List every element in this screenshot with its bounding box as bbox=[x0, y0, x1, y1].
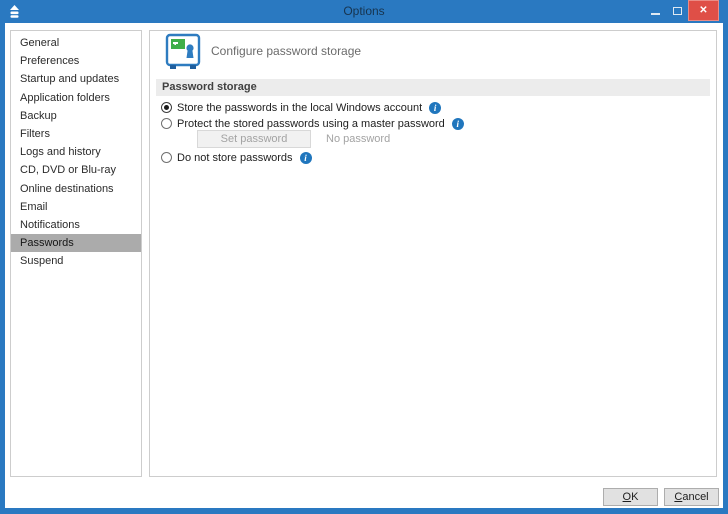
section-header: Password storage bbox=[156, 79, 710, 96]
safe-icon bbox=[165, 33, 201, 69]
minimize-icon bbox=[650, 12, 660, 15]
page-title: Configure password storage bbox=[211, 44, 362, 58]
minimize-button[interactable] bbox=[644, 0, 666, 21]
sidebar-item-email[interactable]: Email bbox=[11, 198, 141, 216]
info-icon[interactable]: i bbox=[299, 151, 312, 164]
sidebar-item-passwords[interactable]: Passwords bbox=[11, 234, 141, 253]
ok-label-rest: K bbox=[631, 491, 639, 503]
window-title: Options bbox=[343, 4, 385, 18]
set-password-button[interactable]: Set password bbox=[197, 130, 311, 148]
password-status: No password bbox=[326, 133, 391, 145]
radio-button[interactable] bbox=[161, 152, 172, 163]
dialog-content: General Preferences Startup and updates … bbox=[5, 23, 723, 508]
sidebar-item-application-folders[interactable]: Application folders bbox=[11, 89, 141, 107]
set-password-row: Set password No password bbox=[197, 130, 390, 148]
title-bar: Options ✕ bbox=[0, 0, 728, 23]
sidebar-item-logs-and-history[interactable]: Logs and history bbox=[11, 143, 141, 161]
radio-option-local-windows-account[interactable]: Store the passwords in the local Windows… bbox=[161, 101, 442, 114]
sidebar-item-online-destinations[interactable]: Online destinations bbox=[11, 180, 141, 198]
radio-label: Do not store passwords bbox=[177, 151, 293, 164]
info-icon[interactable]: i bbox=[451, 117, 464, 130]
sidebar-item-preferences[interactable]: Preferences bbox=[11, 52, 141, 70]
radio-label: Store the passwords in the local Windows… bbox=[177, 101, 423, 114]
ok-access-key: O bbox=[622, 491, 632, 503]
sidebar-item-suspend[interactable]: Suspend bbox=[11, 252, 141, 270]
radio-label: Protect the stored passwords using a mas… bbox=[177, 117, 445, 130]
category-list: General Preferences Startup and updates … bbox=[10, 30, 142, 477]
maximize-icon bbox=[672, 6, 682, 15]
sidebar-item-startup-and-updates[interactable]: Startup and updates bbox=[11, 70, 141, 88]
sidebar-item-filters[interactable]: Filters bbox=[11, 125, 141, 143]
info-icon[interactable]: i bbox=[429, 101, 442, 114]
close-icon: ✕ bbox=[699, 4, 708, 16]
settings-panel: Configure password storage Password stor… bbox=[149, 30, 717, 477]
ok-button[interactable]: OK bbox=[603, 488, 658, 506]
sidebar-item-backup[interactable]: Backup bbox=[11, 107, 141, 125]
sidebar-item-cd-dvd-bluray[interactable]: CD, DVD or Blu-ray bbox=[11, 161, 141, 179]
close-button[interactable]: ✕ bbox=[688, 0, 719, 21]
radio-option-do-not-store[interactable]: Do not store passwords i bbox=[161, 151, 312, 164]
options-dialog: Options ✕ General Preferences Startup an… bbox=[0, 0, 728, 514]
sidebar-item-general[interactable]: General bbox=[11, 34, 141, 52]
radio-option-master-password[interactable]: Protect the stored passwords using a mas… bbox=[161, 117, 464, 130]
cancel-button[interactable]: Cancel bbox=[664, 488, 719, 506]
radio-button-checked[interactable] bbox=[161, 102, 172, 113]
radio-button[interactable] bbox=[161, 118, 172, 129]
sidebar-item-notifications[interactable]: Notifications bbox=[11, 216, 141, 234]
cancel-label-rest: ancel bbox=[682, 491, 709, 503]
maximize-button[interactable] bbox=[666, 0, 688, 21]
